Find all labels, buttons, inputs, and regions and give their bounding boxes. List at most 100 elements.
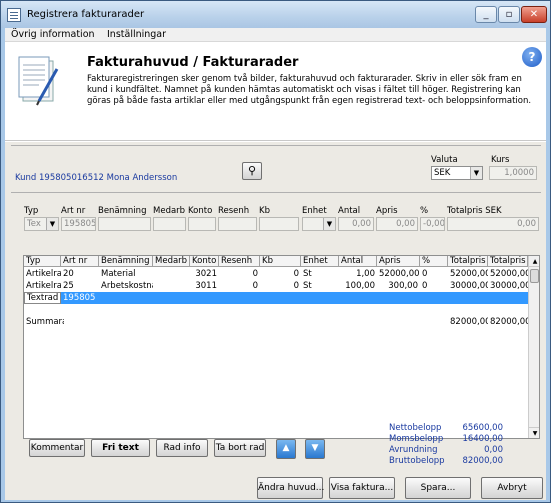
cell-artnr: 195805: [63, 293, 96, 303]
cell-kb: 0: [293, 281, 299, 291]
cell-apris: 300,00: [388, 281, 418, 291]
move-up-button[interactable]: ▲: [276, 439, 296, 459]
arrow-up-icon: ▲: [282, 443, 290, 453]
cell-resenh: 0: [252, 281, 258, 291]
grid-header-totalpris-2[interactable]: Totalpris: [488, 256, 528, 267]
cell-totalpris: 30000,00: [450, 281, 488, 291]
cell-resenh: 0: [252, 269, 258, 279]
entry-label-pct: %: [420, 206, 429, 216]
entry-label-benamning: Benämning: [98, 206, 147, 216]
kommentar-button[interactable]: Kommentar: [29, 439, 85, 457]
scroll-down-icon[interactable]: ▼: [529, 427, 539, 438]
customer-label: Kund 195805016512 Mona Andersson: [15, 173, 178, 183]
invoice-rows-grid[interactable]: Typ Art nr Benämning Medarb Konto Resenh…: [23, 255, 540, 439]
binoculars-search-button[interactable]: ⚲: [242, 162, 262, 180]
ta-bort-rad-button[interactable]: Ta bort rad: [214, 439, 266, 457]
table-row[interactable]: Artikelrad 20 Material 3021 0 0 St 1,00 …: [24, 268, 528, 280]
chevron-down-icon[interactable]: ▼: [46, 218, 58, 230]
menu-ovrig-information[interactable]: Övrig information: [11, 29, 95, 40]
grid-header-typ[interactable]: Typ: [24, 256, 61, 267]
entry-label-typ: Typ: [24, 206, 39, 216]
cell-typ: Artikelrad: [26, 281, 61, 291]
entry-resenh-field[interactable]: [218, 217, 257, 231]
entry-label-medarb: Medarb: [153, 206, 186, 216]
app-window: Registrera fakturarader _ ▫ ✕ Övrig info…: [0, 0, 551, 503]
rad-info-button[interactable]: Rad info: [156, 439, 208, 457]
kurs-field[interactable]: 1,0000: [489, 166, 537, 180]
entry-artnr-field[interactable]: 195805: [61, 217, 96, 231]
valuta-select[interactable]: SEK ▼: [431, 166, 483, 180]
valuta-label: Valuta: [431, 155, 458, 165]
minimize-button[interactable]: _: [475, 6, 497, 23]
cell-totalpris-2: 52000,00: [490, 269, 528, 279]
entry-kb-field[interactable]: [259, 217, 299, 231]
cell-benamning: Arbetskostnad: [101, 281, 153, 291]
visa-faktura-button[interactable]: Visa faktura...: [329, 477, 395, 499]
cell-enhet: St: [303, 269, 312, 279]
entry-typ-select[interactable]: Tex ▼: [24, 217, 59, 231]
document-pen-icon: [18, 56, 59, 106]
entry-apris-field[interactable]: 0,00: [376, 217, 418, 231]
chevron-down-icon[interactable]: ▼: [323, 218, 335, 230]
avrundning-label: Avrundning: [389, 445, 438, 455]
grid-header-totalpris[interactable]: Totalpris: [448, 256, 488, 267]
moms-label: Momsbelopp: [389, 434, 444, 444]
grid-header-resenh[interactable]: Resenh: [219, 256, 260, 267]
grid-header-apris[interactable]: Apris: [377, 256, 420, 267]
entry-label-enhet: Enhet: [302, 206, 327, 216]
move-down-button[interactable]: ▼: [305, 439, 325, 459]
page-description: Fakturaregistreringen sker genom två bil…: [87, 74, 532, 106]
table-row-selected[interactable]: Textrad 195805: [24, 292, 528, 304]
entry-total-field[interactable]: 0,00: [447, 217, 539, 231]
entry-pct-field[interactable]: -0,00: [420, 217, 445, 231]
app-icon: [7, 8, 21, 22]
grid-header-benamning[interactable]: Benämning: [99, 256, 153, 267]
entry-antal-field[interactable]: 0,00: [338, 217, 374, 231]
cell-pct: 0: [422, 269, 428, 279]
grid-header-enhet[interactable]: Enhet: [301, 256, 339, 267]
grid-header-konto[interactable]: Konto: [190, 256, 219, 267]
grid-header-kb[interactable]: Kb: [260, 256, 301, 267]
netto-value: 65600,00: [462, 423, 503, 433]
main-panel: Kund 195805016512 Mona Andersson ⚲ Valut…: [5, 142, 546, 500]
scroll-thumb[interactable]: [530, 269, 539, 283]
cell-kb: 0: [293, 269, 299, 279]
maximize-button[interactable]: ▫: [498, 6, 520, 23]
entry-typ-value: Tex: [27, 219, 41, 229]
entry-label-artnr: Art nr: [61, 206, 86, 216]
entry-konto-field[interactable]: [188, 217, 216, 231]
cell-enhet: St: [303, 281, 312, 291]
cell-artnr: 20: [63, 269, 74, 279]
close-button[interactable]: ✕: [521, 6, 547, 23]
cell-apris: 52000,00: [379, 269, 420, 279]
table-row[interactable]: Artikelrad 25 Arbetskostnad 3011 0 0 St …: [24, 280, 528, 292]
chevron-down-icon[interactable]: ▼: [470, 167, 482, 179]
grid-header-artnr[interactable]: Art nr: [61, 256, 99, 267]
cell-typ: Artikelrad: [26, 269, 61, 279]
entry-label-antal: Antal: [338, 206, 361, 216]
grid-header-pct[interactable]: %: [420, 256, 448, 267]
scroll-up-icon[interactable]: ▲: [529, 256, 539, 267]
spara-button[interactable]: Spara...: [405, 477, 471, 499]
entry-label-apris: Apris: [376, 206, 398, 216]
entry-label-konto: Konto: [188, 206, 213, 216]
grid-header-medarb[interactable]: Medarb: [153, 256, 190, 267]
help-icon[interactable]: ?: [522, 47, 542, 67]
menu-installningar[interactable]: Inställningar: [107, 29, 166, 40]
andra-huvud-button[interactable]: Ändra huvud...: [257, 477, 324, 499]
summary-total-2: 82000,00: [490, 317, 528, 327]
info-header: Fakturahuvud / Fakturarader Fakturaregis…: [5, 43, 546, 141]
cell-benamning: Material: [101, 269, 136, 279]
entry-benamning-field[interactable]: [98, 217, 151, 231]
avbryt-button[interactable]: Avbryt: [481, 477, 543, 499]
fri-text-button[interactable]: Fri text: [91, 439, 150, 457]
grid-scrollbar[interactable]: ▲ ▼: [528, 256, 539, 438]
entry-enhet-select[interactable]: ▼: [302, 217, 336, 231]
title-bar: Registrera fakturarader _ ▫ ✕: [1, 1, 550, 28]
cell-konto: 3021: [195, 269, 217, 279]
entry-medarb-field[interactable]: [153, 217, 186, 231]
cell-totalpris: 52000,00: [450, 269, 488, 279]
cell-artnr: 25: [63, 281, 74, 291]
entry-label-totalpris: Totalpris SEK: [447, 206, 502, 216]
grid-header-antal[interactable]: Antal: [339, 256, 377, 267]
